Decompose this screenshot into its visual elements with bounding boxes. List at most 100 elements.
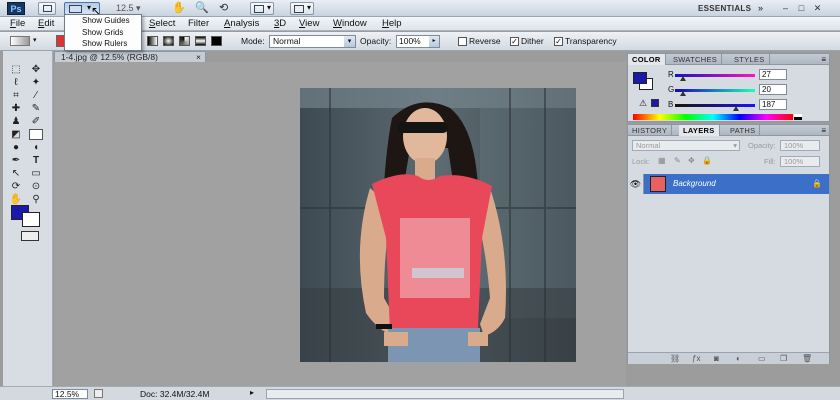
menu-edit[interactable]: Edit bbox=[38, 18, 54, 29]
green-slider-thumb[interactable] bbox=[680, 91, 686, 96]
crop-tool-icon[interactable]: ⌗ bbox=[9, 90, 23, 101]
green-value-input[interactable]: 20 bbox=[759, 84, 787, 95]
lock-transparent-icon[interactable]: ▦ bbox=[658, 156, 666, 165]
hand-tool-icon[interactable]: ✋ bbox=[9, 194, 23, 205]
gradient-tool-icon[interactable] bbox=[29, 129, 43, 140]
tab-styles[interactable]: STYLES bbox=[730, 54, 770, 65]
document-tab[interactable]: 1-4.jpg @ 12.5% (RGB/8) × bbox=[54, 51, 206, 62]
close-button[interactable]: ✕ bbox=[812, 3, 823, 14]
3d-orbit-tool-icon[interactable]: ⊙ bbox=[29, 181, 43, 192]
foreground-color-swatch[interactable] bbox=[633, 72, 647, 84]
menu-3d[interactable]: 3D bbox=[274, 18, 286, 29]
web-safe-swatch[interactable] bbox=[651, 99, 659, 107]
layer-style-icon[interactable]: ƒx bbox=[692, 354, 700, 363]
tab-color[interactable]: COLOR bbox=[628, 54, 666, 65]
3d-rotate-tool-icon[interactable]: ⟳ bbox=[9, 181, 23, 192]
panel-menu-icon[interactable]: ≡ bbox=[821, 54, 826, 65]
show-rulers-item[interactable]: Show Rulers bbox=[65, 38, 141, 50]
reflected-gradient-icon[interactable] bbox=[195, 36, 206, 46]
tab-swatches[interactable]: SWATCHES bbox=[669, 54, 723, 65]
new-layer-icon[interactable]: ❐ bbox=[780, 354, 787, 363]
delete-layer-icon[interactable]: 🗑 bbox=[802, 354, 812, 363]
menu-help[interactable]: Help bbox=[382, 18, 402, 29]
clone-stamp-tool-icon[interactable]: ♟ bbox=[9, 116, 23, 127]
menu-analysis[interactable]: Analysis bbox=[224, 18, 259, 29]
show-grids-item[interactable]: Show Grids bbox=[65, 27, 141, 39]
menu-select[interactable]: Select bbox=[149, 18, 175, 29]
new-group-icon[interactable]: ▭ bbox=[758, 354, 766, 363]
magic-wand-tool-icon[interactable]: ✦ bbox=[29, 77, 43, 88]
transparency-checkbox[interactable]: ✓ bbox=[554, 37, 563, 46]
blue-slider[interactable] bbox=[675, 104, 755, 107]
red-slider[interactable] bbox=[675, 74, 755, 77]
arrange-documents-button[interactable]: ▾ bbox=[250, 2, 274, 15]
brush-tool-icon[interactable]: ✎ bbox=[29, 103, 43, 114]
horizontal-scrollbar[interactable] bbox=[266, 389, 624, 399]
radial-gradient-icon[interactable] bbox=[163, 36, 174, 46]
blur-tool-icon[interactable]: ● bbox=[9, 142, 23, 153]
red-value-input[interactable]: 27 bbox=[759, 69, 787, 80]
status-info-icon[interactable] bbox=[94, 389, 103, 398]
history-brush-tool-icon[interactable]: ✐ bbox=[29, 116, 43, 127]
lock-image-icon[interactable]: ✎ bbox=[674, 156, 681, 165]
restore-button[interactable]: □ bbox=[796, 3, 807, 14]
linear-gradient-icon[interactable] bbox=[147, 36, 158, 46]
zoom-tool-icon[interactable]: ⚲ bbox=[29, 194, 43, 205]
lock-position-icon[interactable]: ✥ bbox=[688, 156, 695, 165]
black-white-swatch[interactable] bbox=[794, 114, 802, 120]
opacity-input[interactable]: 100% ▸ bbox=[396, 35, 440, 48]
screen-mode-button[interactable]: ▾ bbox=[290, 2, 314, 15]
layer-name[interactable]: Background bbox=[673, 179, 716, 188]
link-layers-icon[interactable]: ⛓ bbox=[670, 354, 680, 363]
blue-value-input[interactable]: 187 bbox=[759, 99, 787, 110]
lock-all-icon[interactable]: 🔒 bbox=[702, 156, 712, 165]
healing-brush-tool-icon[interactable]: ✚ bbox=[9, 103, 23, 114]
close-icon[interactable]: × bbox=[196, 52, 201, 62]
mode-select[interactable]: Normal ▾ bbox=[269, 35, 356, 48]
move-tool-icon[interactable]: ✥ bbox=[29, 64, 43, 75]
zoom-level[interactable]: 12.5 ▾ bbox=[116, 3, 141, 14]
menu-filter[interactable]: Filter bbox=[188, 18, 209, 29]
add-mask-icon[interactable]: ◙ bbox=[714, 354, 719, 363]
adjustment-layer-icon[interactable]: ◐ bbox=[736, 354, 741, 363]
reverse-checkbox[interactable] bbox=[458, 37, 467, 46]
dither-checkbox[interactable]: ✓ bbox=[510, 37, 519, 46]
shape-tool-icon[interactable]: ▭ bbox=[29, 168, 43, 179]
double-chevron-icon[interactable]: » bbox=[758, 3, 763, 13]
color-spectrum-bar[interactable] bbox=[633, 114, 793, 120]
path-selection-tool-icon[interactable]: ↖ bbox=[9, 168, 23, 179]
rotate-view-icon[interactable]: ⟲ bbox=[219, 1, 228, 14]
green-slider[interactable] bbox=[675, 89, 755, 92]
type-tool-icon[interactable]: T bbox=[29, 155, 43, 166]
chevron-down-icon[interactable]: ▾ bbox=[33, 36, 37, 44]
panel-menu-icon[interactable]: ≡ bbox=[821, 125, 826, 136]
menu-view[interactable]: View bbox=[299, 18, 319, 29]
fill-input[interactable]: 100% bbox=[780, 156, 820, 167]
marquee-tool-icon[interactable]: ⬚ bbox=[9, 64, 23, 75]
blend-mode-select[interactable]: Normal ▾ bbox=[632, 140, 740, 151]
bridge-button[interactable] bbox=[38, 2, 56, 15]
zoom-tool-icon[interactable]: 🔍 bbox=[195, 1, 209, 14]
pen-tool-icon[interactable]: ✒ bbox=[9, 155, 23, 166]
layer-opacity-input[interactable]: 100% bbox=[780, 140, 820, 151]
eyedropper-tool-icon[interactable]: ⁄ bbox=[29, 90, 43, 101]
blue-slider-thumb[interactable] bbox=[733, 106, 739, 111]
red-slider-thumb[interactable] bbox=[680, 76, 686, 81]
eraser-tool-icon[interactable]: ◩ bbox=[9, 129, 23, 140]
eye-icon[interactable]: 👁 bbox=[628, 174, 644, 194]
workspace-switcher[interactable]: ESSENTIALS bbox=[698, 4, 751, 13]
angle-gradient-icon[interactable] bbox=[179, 36, 190, 46]
background-color-swatch[interactable] bbox=[22, 212, 40, 227]
show-guides-item[interactable]: Show Guides bbox=[65, 15, 141, 27]
menu-file[interactable]: File bbox=[10, 18, 25, 29]
status-menu-arrow-icon[interactable]: ▸ bbox=[250, 388, 254, 397]
gradient-tool-preset-icon[interactable] bbox=[10, 36, 30, 46]
tab-history[interactable]: HISTORY bbox=[628, 125, 673, 136]
tab-paths[interactable]: PATHS bbox=[726, 125, 761, 136]
minimize-button[interactable]: – bbox=[780, 3, 791, 14]
status-zoom-field[interactable]: 12.5% bbox=[52, 389, 88, 399]
lasso-tool-icon[interactable]: ℓ bbox=[9, 77, 23, 88]
layer-row-background[interactable]: 👁 Background 🔒 bbox=[628, 174, 829, 194]
quick-mask-button[interactable] bbox=[21, 231, 39, 241]
menu-window[interactable]: Window bbox=[333, 18, 367, 29]
